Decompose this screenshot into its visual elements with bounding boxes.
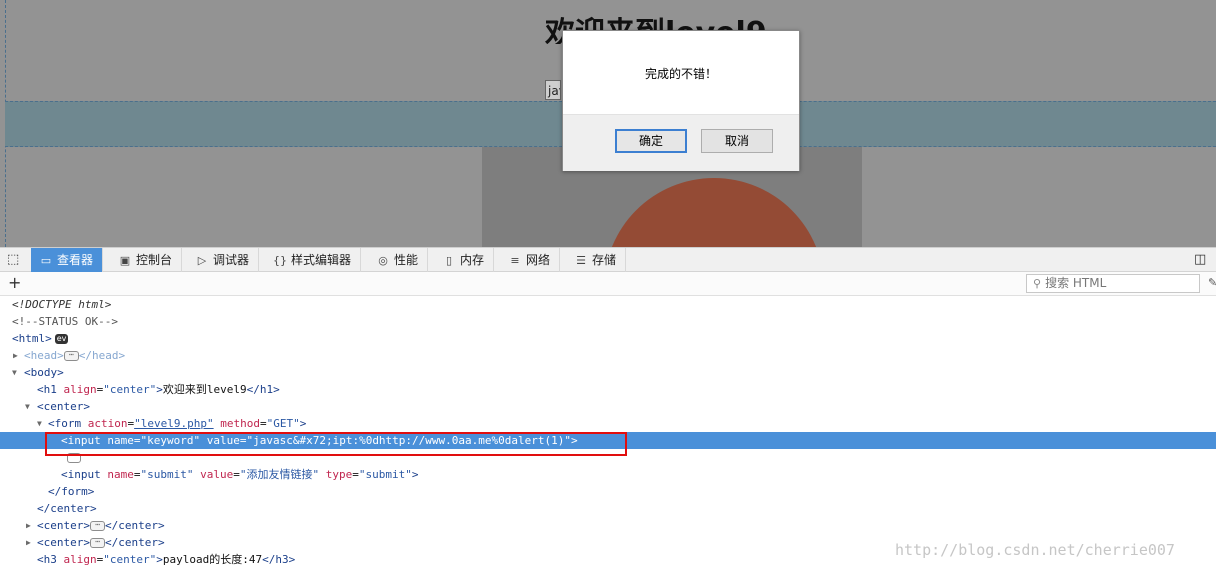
cancel-button[interactable]: 取消 bbox=[701, 129, 773, 153]
collapse-arrow-icon[interactable]: ▼ bbox=[25, 398, 35, 415]
tab-network[interactable]: ≡ 网络 bbox=[500, 248, 561, 272]
keyword-input[interactable]: javascr bbox=[545, 80, 561, 100]
watermark: http://blog.csdn.net/cherrie007 bbox=[895, 541, 1175, 559]
dialog-footer: 确定 取消 bbox=[563, 114, 799, 171]
tree-node-doctype[interactable]: <!DOCTYPE html> bbox=[0, 296, 1216, 313]
expand-arrow-icon[interactable]: ▶ bbox=[13, 347, 23, 364]
inspector-subbar: + ⚲ 搜索 HTML ✎ bbox=[0, 272, 1216, 296]
tab-memory[interactable]: ▯ 内存 bbox=[434, 248, 495, 272]
style-editor-icon: {} bbox=[273, 254, 287, 267]
collapsed-content-icon[interactable]: ⋯ bbox=[89, 538, 105, 548]
tree-node-head[interactable]: ▶ <head> ⋯ </head> bbox=[0, 347, 1216, 364]
collapse-arrow-icon[interactable]: ▼ bbox=[37, 415, 47, 432]
tab-console[interactable]: ▣ 控制台 bbox=[110, 248, 183, 272]
tree-node-body[interactable]: ▼ <body> bbox=[0, 364, 1216, 381]
tree-node-center[interactable]: ▼ <center> bbox=[0, 398, 1216, 415]
ok-button[interactable]: 确定 bbox=[615, 129, 687, 153]
tree-node-comment[interactable]: <!--STATUS OK--> bbox=[0, 313, 1216, 330]
tree-node-center-close[interactable]: </center> bbox=[0, 500, 1216, 517]
eyedropper-icon[interactable]: ✎ bbox=[1208, 276, 1216, 289]
dialog-message: 完成的不错！ bbox=[644, 67, 717, 81]
devtools-toolbar: ⬚ ▭ 查看器 ▣ 控制台 ▷ 调试器 {} 样式编辑器 ◎ 性能 ▯ 内存 ≡ 网络 ☰ 存储… bbox=[0, 247, 1216, 272]
tab-performance[interactable]: ◎ 性能 bbox=[368, 248, 429, 272]
search-icon: ⚲ bbox=[1033, 277, 1042, 290]
tree-node-empty[interactable] bbox=[0, 449, 1216, 466]
tree-node-input-submit[interactable]: <input name="submit" value="添加友情链接" type… bbox=[0, 466, 1216, 483]
image-circle bbox=[604, 178, 824, 247]
element-picker-icon[interactable]: ⬚ bbox=[7, 251, 19, 269]
inspector-icon: ▭ bbox=[40, 254, 52, 267]
add-node-icon[interactable]: + bbox=[8, 273, 21, 293]
collapse-arrow-icon[interactable]: ▼ bbox=[12, 364, 22, 381]
page-preview: 欢迎来到level9 javascr 完成的不错！ 确定 取消 bbox=[0, 0, 1216, 247]
network-icon: ≡ bbox=[510, 254, 520, 267]
tree-node-html[interactable]: <html> ev bbox=[0, 330, 1216, 347]
debugger-icon: ▷ bbox=[197, 254, 207, 267]
console-icon: ▣ bbox=[119, 254, 131, 267]
tree-node-input-keyword[interactable]: <input name="keyword" value="javasc&#x72… bbox=[0, 432, 1216, 449]
expand-arrow-icon[interactable]: ▶ bbox=[26, 534, 36, 551]
tree-node-form-close[interactable]: </form> bbox=[0, 483, 1216, 500]
performance-icon: ◎ bbox=[378, 254, 388, 267]
tree-node-center-collapsed[interactable]: ▶ <center> ⋯ </center> bbox=[0, 517, 1216, 534]
storage-icon: ☰ bbox=[576, 254, 586, 267]
expand-arrow-icon[interactable]: ▶ bbox=[26, 517, 36, 534]
tab-style-editor[interactable]: {} 样式编辑器 bbox=[265, 248, 362, 272]
tab-debugger[interactable]: ▷ 调试器 bbox=[187, 248, 260, 272]
memory-icon: ▯ bbox=[445, 254, 453, 267]
collapsed-content-icon[interactable]: ⋯ bbox=[89, 521, 105, 531]
markup-tree: <!DOCTYPE html> <!--STATUS OK--> <html> e… bbox=[0, 296, 1216, 571]
tab-inspector[interactable]: ▭ 查看器 bbox=[31, 248, 104, 272]
alert-dialog: 完成的不错！ 确定 取消 bbox=[562, 30, 800, 171]
dock-layout-icon[interactable]: ◫ bbox=[1194, 251, 1206, 269]
tree-node-h1[interactable]: <h1 align="center">欢迎来到level9</h1> bbox=[0, 381, 1216, 398]
collapsed-content-icon[interactable]: ⋯ bbox=[63, 351, 79, 361]
tree-node-form[interactable]: ▼ <form action="level9.php" method="GET"… bbox=[0, 415, 1216, 432]
search-html-input[interactable]: ⚲ 搜索 HTML bbox=[1026, 274, 1200, 293]
event-badge[interactable]: ev bbox=[54, 334, 69, 344]
empty-node-icon[interactable] bbox=[67, 453, 81, 463]
tab-storage[interactable]: ☰ 存储 bbox=[566, 248, 627, 272]
